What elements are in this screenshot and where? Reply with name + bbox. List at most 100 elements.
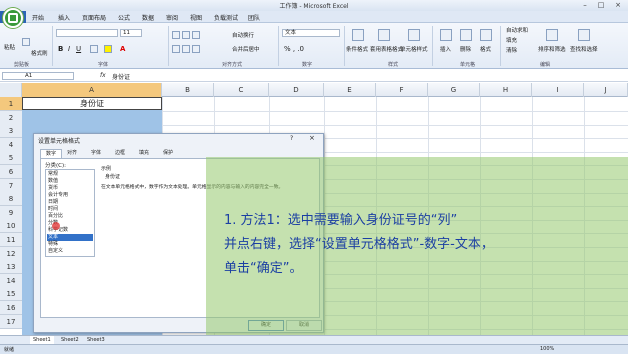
category-special[interactable]: 特殊: [47, 241, 93, 248]
sort-filter-button[interactable]: 排序和筛选: [538, 45, 566, 53]
paste-button[interactable]: 粘贴: [4, 43, 15, 51]
merge-center-button[interactable]: 合并后居中: [232, 45, 260, 53]
category-time[interactable]: 时间: [47, 206, 93, 213]
tab-border[interactable]: 边框: [110, 149, 130, 158]
column-header-f[interactable]: F: [376, 83, 428, 97]
tab-insert[interactable]: 插入: [58, 13, 70, 22]
row-header-5[interactable]: 5: [0, 151, 22, 165]
minimize-icon[interactable]: –: [578, 1, 592, 9]
align-right-icon[interactable]: [192, 45, 200, 53]
row-header-6[interactable]: 6: [0, 165, 22, 179]
help-icon[interactable]: ?: [290, 135, 293, 142]
category-accounting[interactable]: 会计专用: [47, 192, 93, 199]
fx-icon[interactable]: fx: [100, 72, 106, 79]
tab-team[interactable]: 团队: [248, 13, 260, 22]
find-select-icon[interactable]: [578, 29, 590, 41]
table-format-icon[interactable]: [378, 29, 390, 41]
category-percentage[interactable]: 百分比: [47, 213, 93, 220]
sheet-tab-2[interactable]: Sheet2: [58, 336, 82, 344]
tab-fill[interactable]: 填充: [134, 149, 154, 158]
tab-view[interactable]: 视图: [190, 13, 202, 22]
row-header-17[interactable]: 17: [0, 315, 22, 329]
column-header-g[interactable]: G: [428, 83, 480, 97]
row-header-2[interactable]: 2: [0, 111, 22, 125]
conditional-format-icon[interactable]: [352, 29, 364, 41]
font-color-icon[interactable]: A: [120, 45, 125, 53]
format-cells-icon[interactable]: [480, 29, 492, 41]
row-header-16[interactable]: 16: [0, 301, 22, 315]
insert-cells-button[interactable]: 插入: [440, 45, 451, 53]
delete-cells-button[interactable]: 删除: [460, 45, 471, 53]
maximize-icon[interactable]: □: [594, 1, 608, 9]
align-top-icon[interactable]: [172, 31, 180, 39]
row-header-11[interactable]: 11: [0, 233, 22, 247]
delete-cells-icon[interactable]: [460, 29, 472, 41]
format-painter-icon[interactable]: [22, 38, 30, 46]
row-header-8[interactable]: 8: [0, 192, 22, 206]
row-header-12[interactable]: 12: [0, 247, 22, 261]
row-header-3[interactable]: 3: [0, 124, 22, 138]
category-general[interactable]: 常规: [47, 171, 93, 178]
row-header-4[interactable]: 4: [0, 138, 22, 152]
font-name-select[interactable]: [56, 29, 118, 37]
column-header-e[interactable]: E: [324, 83, 376, 97]
column-header-b[interactable]: B: [162, 83, 214, 97]
column-header-a[interactable]: A: [22, 83, 162, 97]
tab-home[interactable]: 开始: [32, 13, 44, 22]
dialog-close-icon[interactable]: ×: [309, 134, 315, 142]
border-icon[interactable]: [90, 45, 98, 53]
insert-cells-icon[interactable]: [440, 29, 452, 41]
cell-style-icon[interactable]: [408, 29, 420, 41]
bold-icon[interactable]: B: [58, 45, 63, 53]
tab-data[interactable]: 数据: [142, 13, 154, 22]
close-icon[interactable]: ×: [611, 1, 625, 9]
underline-icon[interactable]: U: [76, 45, 81, 53]
select-all-corner[interactable]: [0, 83, 22, 97]
name-box[interactable]: A1: [2, 72, 74, 80]
tab-formulas[interactable]: 公式: [118, 13, 130, 22]
row-header-9[interactable]: 9: [0, 206, 22, 220]
tab-page-layout[interactable]: 页面布局: [82, 13, 106, 22]
align-center-icon[interactable]: [182, 45, 190, 53]
italic-icon[interactable]: I: [68, 45, 70, 53]
currency-icon[interactable]: % , .0: [284, 45, 304, 53]
table-format-button[interactable]: 套用表格格式: [370, 45, 403, 53]
tab-review[interactable]: 审阅: [166, 13, 178, 22]
tab-alignment[interactable]: 对齐: [62, 149, 82, 158]
column-header-i[interactable]: I: [532, 83, 584, 97]
zoom-level[interactable]: 100%: [540, 346, 554, 352]
category-custom[interactable]: 自定义: [47, 248, 93, 255]
sheet-tab-1[interactable]: Sheet1: [30, 336, 54, 344]
column-header-c[interactable]: C: [214, 83, 269, 97]
row-header-13[interactable]: 13: [0, 260, 22, 274]
wrap-text-button[interactable]: 自动换行: [232, 31, 254, 39]
tab-load-test[interactable]: 负载测试: [214, 13, 238, 22]
column-header-d[interactable]: D: [269, 83, 324, 97]
formula-content[interactable]: 身份证: [112, 72, 130, 81]
align-bottom-icon[interactable]: [192, 31, 200, 39]
autosum-button[interactable]: 自动求和: [506, 26, 528, 34]
column-header-h[interactable]: H: [480, 83, 532, 97]
font-size-select[interactable]: 11: [120, 29, 142, 37]
category-number[interactable]: 数值: [47, 178, 93, 185]
row-header-1[interactable]: 1: [0, 97, 22, 111]
cell-style-button[interactable]: 单元格样式: [400, 45, 428, 53]
sheet-tab-3[interactable]: Sheet3: [84, 336, 108, 344]
conditional-format-button[interactable]: 条件格式: [346, 45, 368, 53]
clear-button[interactable]: 清除: [506, 46, 517, 54]
row-header-10[interactable]: 10: [0, 219, 22, 233]
category-currency[interactable]: 货币: [47, 185, 93, 192]
align-middle-icon[interactable]: [182, 31, 190, 39]
fill-color-icon[interactable]: [104, 45, 112, 53]
category-date[interactable]: 日期: [47, 199, 93, 206]
category-list[interactable]: 常规 数值 货币 会计专用 日期 时间 百分比 分数 科学记数 文本 特殊 自定…: [45, 169, 95, 257]
column-header-j[interactable]: J: [584, 83, 628, 97]
tab-protection[interactable]: 保护: [158, 149, 178, 158]
row-header-7[interactable]: 7: [0, 179, 22, 193]
sort-filter-icon[interactable]: [546, 29, 558, 41]
format-painter-button[interactable]: 格式刷: [31, 49, 48, 57]
fill-button[interactable]: 填充: [506, 36, 517, 44]
category-text[interactable]: 文本: [47, 234, 93, 241]
number-format-select[interactable]: 文本: [282, 29, 340, 37]
format-cells-button[interactable]: 格式: [480, 45, 491, 53]
